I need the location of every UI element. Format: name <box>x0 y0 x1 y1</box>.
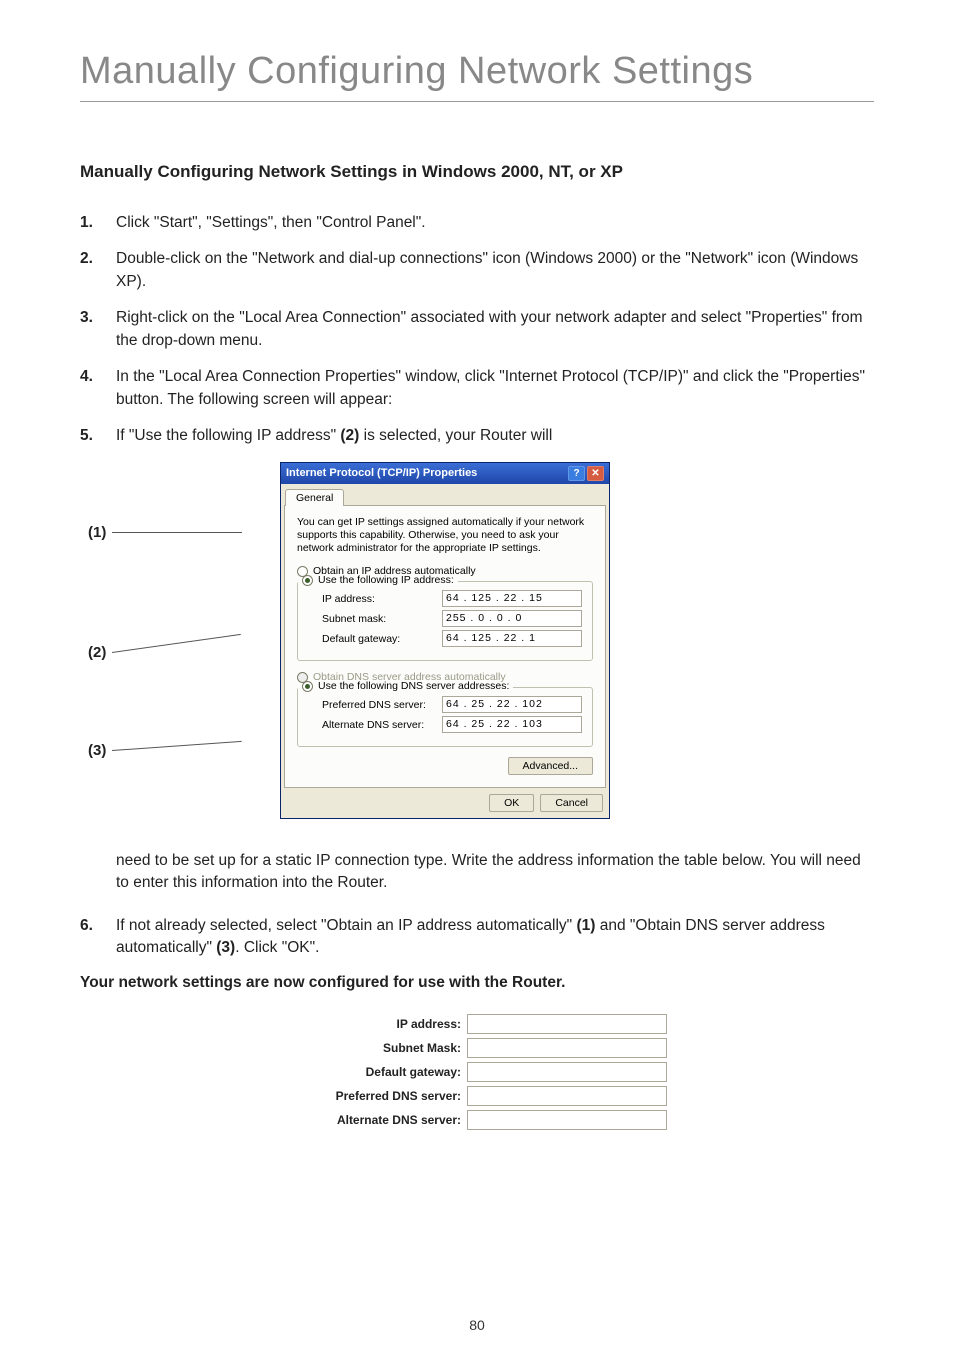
label-gateway: Default gateway: <box>322 633 400 645</box>
step-5: 5. If "Use the following IP address" (2)… <box>80 425 874 447</box>
steps-list-2: 6. If not already selected, select "Obta… <box>80 915 874 960</box>
step-number: 2. <box>80 248 116 293</box>
input-adns[interactable]: 64 . 25 . 22 . 103 <box>442 716 582 733</box>
callout-2-label: (2) <box>88 644 106 661</box>
step5-ref-2: (2) <box>340 427 359 444</box>
row-gateway: Default gateway: 64 . 125 . 22 . 1 <box>322 630 582 647</box>
mini-row-mask: Subnet Mask: <box>287 1038 667 1058</box>
callout-line <box>112 532 242 533</box>
blank-settings-form: IP address: Subnet Mask: Default gateway… <box>287 1014 667 1130</box>
mini-row-adns: Alternate DNS server: <box>287 1110 667 1130</box>
callout-line <box>112 741 242 751</box>
step5-text-c: is selected, your Router will <box>359 427 552 444</box>
mini-field-gw[interactable] <box>467 1062 667 1082</box>
step6-ref-3: (3) <box>216 939 235 956</box>
tcpip-properties-dialog: Internet Protocol (TCP/IP) Properties ? … <box>280 462 610 819</box>
callout-3: (3) <box>88 742 240 759</box>
mini-label-gw: Default gateway: <box>366 1065 461 1079</box>
row-mask: Subnet mask: 255 . 0 . 0 . 0 <box>322 610 582 627</box>
step6-ref-1: (1) <box>576 917 595 934</box>
input-pdns[interactable]: 64 . 25 . 22 . 102 <box>442 696 582 713</box>
static-ip-group: Use the following IP address: IP address… <box>297 581 593 661</box>
input-mask[interactable]: 255 . 0 . 0 . 0 <box>442 610 582 627</box>
page-number: 80 <box>0 1317 954 1333</box>
page-title: Manually Configuring Network Settings <box>80 50 874 93</box>
cancel-button[interactable]: Cancel <box>540 794 603 812</box>
step-number: 5. <box>80 425 116 447</box>
dialog-titlebar: Internet Protocol (TCP/IP) Properties ? … <box>281 463 609 484</box>
radio-static-dns[interactable]: Use the following DNS server addresses: <box>298 680 513 692</box>
mini-row-ip: IP address: <box>287 1014 667 1034</box>
mini-label-adns: Alternate DNS server: <box>337 1113 461 1127</box>
callout-1: (1) <box>88 524 240 541</box>
callout-1-label: (1) <box>88 524 106 541</box>
step-number: 4. <box>80 366 116 411</box>
callout-line <box>112 634 241 653</box>
step6-text-e: . Click "OK". <box>235 939 319 956</box>
input-gateway[interactable]: 64 . 125 . 22 . 1 <box>442 630 582 647</box>
step-body: In the "Local Area Connection Properties… <box>116 366 874 411</box>
step-2: 2. Double-click on the "Network and dial… <box>80 248 874 293</box>
step-body: If "Use the following IP address" (2) is… <box>116 425 874 447</box>
dialog-description: You can get IP settings assigned automat… <box>297 516 593 555</box>
mini-row-gw: Default gateway: <box>287 1062 667 1082</box>
radio-static-ip[interactable]: Use the following IP address: <box>298 574 458 586</box>
callout-2: (2) <box>88 644 240 661</box>
step-3: 3. Right-click on the "Local Area Connec… <box>80 307 874 352</box>
step-1: 1. Click "Start", "Settings", then "Cont… <box>80 212 874 234</box>
radio-static-ip-label: Use the following IP address: <box>318 574 454 586</box>
row-ip: IP address: 64 . 125 . 22 . 15 <box>322 590 582 607</box>
step-number: 3. <box>80 307 116 352</box>
input-ip[interactable]: 64 . 125 . 22 . 15 <box>442 590 582 607</box>
mini-row-pdns: Preferred DNS server: <box>287 1086 667 1106</box>
mini-label-ip: IP address: <box>397 1017 461 1031</box>
mini-field-mask[interactable] <box>467 1038 667 1058</box>
step5-continuation: need to be set up for a static IP connec… <box>116 850 874 895</box>
row-adns: Alternate DNS server: 64 . 25 . 22 . 103 <box>322 716 582 733</box>
mini-field-adns[interactable] <box>467 1110 667 1130</box>
tab-general[interactable]: General <box>285 489 344 506</box>
radio-icon <box>302 575 313 586</box>
label-adns: Alternate DNS server: <box>322 719 424 731</box>
mini-field-ip[interactable] <box>467 1014 667 1034</box>
close-button[interactable]: ✕ <box>587 466 604 481</box>
step-6: 6. If not already selected, select "Obta… <box>80 915 874 960</box>
step-number: 6. <box>80 915 116 960</box>
ok-button[interactable]: OK <box>489 794 534 812</box>
section-heading: Manually Configuring Network Settings in… <box>80 162 874 182</box>
step-body: Click "Start", "Settings", then "Control… <box>116 212 874 234</box>
step6-text-a: If not already selected, select "Obtain … <box>116 917 576 934</box>
steps-list: 1. Click "Start", "Settings", then "Cont… <box>80 212 874 448</box>
help-button[interactable]: ? <box>568 466 585 481</box>
title-underline <box>80 101 874 102</box>
label-pdns: Preferred DNS server: <box>322 699 426 711</box>
static-dns-group: Use the following DNS server addresses: … <box>297 687 593 747</box>
dialog-title: Internet Protocol (TCP/IP) Properties <box>286 467 477 479</box>
mini-label-mask: Subnet Mask: <box>383 1041 461 1055</box>
mini-field-pdns[interactable] <box>467 1086 667 1106</box>
callout-3-label: (3) <box>88 742 106 759</box>
step-number: 1. <box>80 212 116 234</box>
callouts-column: (1) (2) (3) <box>80 462 280 832</box>
step5-text-a: If "Use the following IP address" <box>116 427 340 444</box>
label-mask: Subnet mask: <box>322 613 386 625</box>
confirmation-text: Your network settings are now configured… <box>80 974 874 992</box>
step-body: If not already selected, select "Obtain … <box>116 915 874 960</box>
advanced-button[interactable]: Advanced... <box>508 757 593 775</box>
step-body: Right-click on the "Local Area Connectio… <box>116 307 874 352</box>
mini-label-pdns: Preferred DNS server: <box>336 1089 461 1103</box>
label-ip: IP address: <box>322 593 375 605</box>
row-pdns: Preferred DNS server: 64 . 25 . 22 . 102 <box>322 696 582 713</box>
tab-panel: You can get IP settings assigned automat… <box>284 505 606 788</box>
radio-static-dns-label: Use the following DNS server addresses: <box>318 680 509 692</box>
step-body: Double-click on the "Network and dial-up… <box>116 248 874 293</box>
radio-icon <box>302 681 313 692</box>
step-4: 4. In the "Local Area Connection Propert… <box>80 366 874 411</box>
